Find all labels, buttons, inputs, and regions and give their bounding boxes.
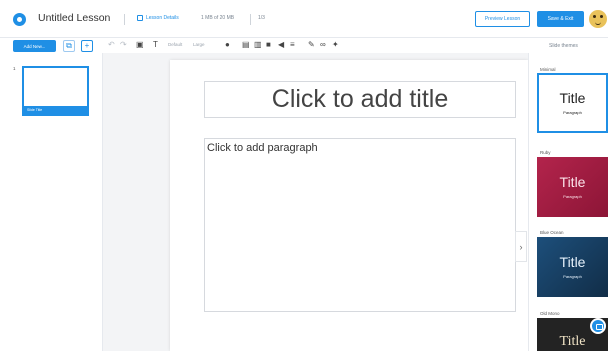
duplicate-slide-icon[interactable]: ⧉ [63, 40, 75, 52]
slide-themes-label: Slide themes [549, 43, 578, 49]
header-divider [124, 14, 125, 25]
paragraph-placeholder[interactable]: Click to add paragraph [204, 138, 516, 312]
details-icon [137, 15, 143, 21]
save-exit-button[interactable]: Save & Exit [537, 11, 584, 27]
lesson-title[interactable]: Untitled Lesson [38, 12, 110, 24]
slide-page: Click to add title Click to add paragrap… [170, 60, 528, 351]
theme-card-blue-ocean[interactable]: Title Paragraph [537, 237, 608, 297]
undo-icon[interactable]: ↶ [108, 41, 115, 49]
chat-support-icon[interactable] [590, 318, 606, 334]
theme-title: Title [559, 333, 586, 349]
storage-usage: 1 MB of 20 MB [201, 15, 235, 21]
audio-icon[interactable]: ◀ [278, 41, 284, 49]
add-slide-icon[interactable]: + [81, 40, 93, 52]
theme-title: Title [559, 174, 586, 191]
embed-icon[interactable]: ≡ [290, 41, 295, 49]
slide-thumbnail-label: Slide Title [24, 106, 87, 114]
add-new-button[interactable]: Add New... [13, 40, 56, 52]
theme-card-ruby[interactable]: Title Paragraph [537, 157, 608, 217]
video-icon[interactable]: ■ [266, 41, 271, 49]
redo-icon[interactable]: ↷ [120, 41, 127, 49]
theme-name: Ruby [540, 150, 551, 155]
select-tool-icon[interactable]: ▣ [136, 41, 144, 49]
slide-number: 1 [13, 66, 16, 71]
theme-paragraph: Paragraph [563, 109, 582, 115]
link-icon[interactable]: ∞ [320, 41, 326, 49]
theme-name: Old Mono [540, 311, 560, 316]
gallery-icon[interactable]: ▥ [254, 41, 262, 49]
app-logo-icon[interactable] [13, 13, 26, 26]
app-header: Untitled Lesson Lesson Details 1 MB of 2… [0, 0, 608, 38]
theme-paragraph: Paragraph [563, 193, 582, 199]
theme-name: Minimal [540, 67, 556, 72]
font-dropdown[interactable]: Default [168, 42, 182, 47]
editor-canvas: Click to add title Click to add paragrap… [103, 53, 528, 351]
record-icon[interactable]: ● [225, 41, 230, 49]
text-tool-icon[interactable]: T [153, 41, 158, 49]
slide-count: 1/3 [258, 15, 265, 21]
lesson-details-label: Lesson Details [146, 15, 179, 21]
image-icon[interactable]: ▤ [242, 41, 250, 49]
editor-toolbar: Add New... ⧉ + ↶ ↷ ▣ T Default Large ● ▤… [0, 38, 608, 53]
slide-thumbnail[interactable]: Slide Title [22, 66, 89, 116]
preview-lesson-button[interactable]: Preview Lesson [475, 11, 530, 27]
collapse-panel-chevron-icon[interactable]: › [515, 231, 527, 262]
user-avatar[interactable] [589, 10, 607, 28]
draw-icon[interactable]: ✎ [308, 41, 315, 49]
theme-card-minimal[interactable]: Title Paragraph [537, 73, 608, 133]
pin-icon[interactable]: ✦ [332, 41, 339, 49]
size-dropdown[interactable]: Large [193, 42, 205, 47]
theme-title: Title [559, 90, 586, 107]
lesson-details-link[interactable]: Lesson Details [137, 15, 179, 21]
theme-paragraph: Paragraph [563, 273, 582, 279]
title-placeholder[interactable]: Click to add title [204, 81, 516, 118]
theme-title: Title [559, 254, 586, 271]
header-divider [250, 14, 251, 25]
theme-name: Blue Ocean [540, 230, 564, 235]
